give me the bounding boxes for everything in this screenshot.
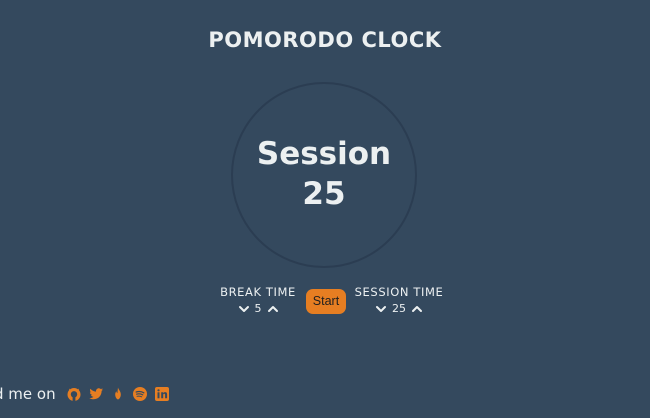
timer-value: 25 [302,176,346,212]
linkedin-icon[interactable] [154,386,170,402]
break-time-label: BREAK TIME [220,285,296,299]
spotify-icon[interactable] [132,386,148,402]
session-time-label: SESSION TIME [354,285,444,299]
break-increase-icon[interactable] [267,303,279,315]
break-time-control: BREAK TIME 5 [218,286,298,316]
break-decrease-icon[interactable] [238,303,250,315]
session-increase-icon[interactable] [411,303,423,315]
footer-text: d me on [0,385,56,403]
start-button[interactable]: Start [306,289,346,314]
break-time-value: 5 [254,302,262,315]
timer-circle[interactable]: Session 25 [231,82,417,268]
timer-label: Session [256,136,392,172]
footer: d me on [0,385,170,403]
twitter-icon[interactable] [88,386,104,402]
session-decrease-icon[interactable] [375,303,387,315]
page-title: POMORODO CLOCK [208,28,442,52]
session-time-value: 25 [392,302,406,315]
fire-icon[interactable] [110,386,126,402]
session-time-control: SESSION TIME 25 [354,286,444,316]
github-icon[interactable] [66,386,82,402]
